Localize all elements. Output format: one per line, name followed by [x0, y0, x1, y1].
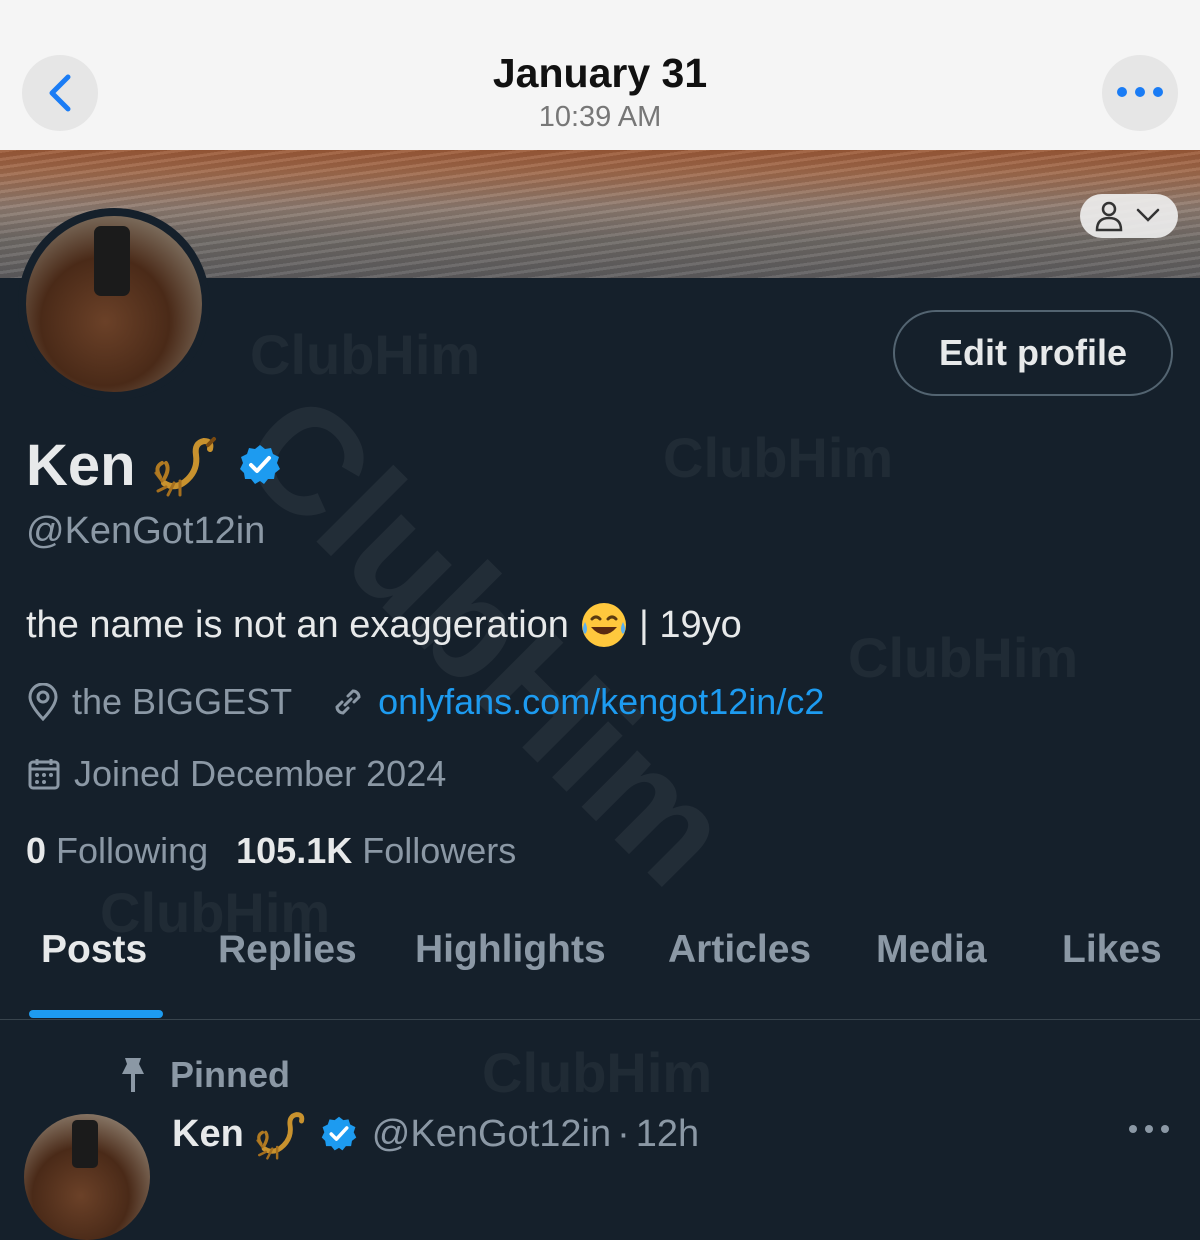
laughing-tears-emoji-icon	[581, 603, 626, 647]
profile-meta-row: the BIGGEST onlyfans.com/kengot12in/c2	[26, 678, 824, 726]
tab-articles[interactable]: Articles	[668, 928, 811, 972]
followers-link[interactable]: 105.1K Followers	[236, 830, 516, 872]
watermark: ClubHim	[482, 1041, 713, 1104]
tab-highlights[interactable]: Highlights	[415, 928, 606, 972]
pinned-indicator: Pinned	[118, 1052, 290, 1098]
tab-replies[interactable]: Replies	[218, 928, 357, 972]
profile-website-link[interactable]: onlyfans.com/kengot12in/c2	[378, 681, 824, 723]
person-chevron-icon	[1095, 201, 1160, 232]
pin-icon	[122, 1058, 144, 1092]
scorpion-emoji-icon	[256, 1112, 305, 1160]
tab-media[interactable]: Media	[876, 928, 987, 972]
calendar-icon	[28, 759, 60, 790]
post-avatar[interactable]	[24, 1114, 150, 1240]
profile-location: the BIGGEST	[72, 681, 293, 722]
tabs-divider	[0, 1019, 1200, 1020]
scorpion-emoji-icon	[154, 437, 216, 497]
ellipsis-icon	[1117, 87, 1163, 97]
post-author-name[interactable]: Ken	[172, 1113, 244, 1156]
watermark: ClubHim	[848, 626, 1079, 689]
bio-age: | 19yo	[638, 603, 742, 646]
location-pin-icon	[28, 683, 58, 721]
followers-label: Followers	[362, 830, 517, 871]
ellipsis-icon	[1129, 1125, 1169, 1133]
header-time: 10:39 AM	[538, 101, 662, 133]
post-more-button[interactable]	[1128, 1122, 1170, 1140]
post-author-handle[interactable]: @KenGot12in	[372, 1113, 611, 1156]
profile-name: Ken	[26, 432, 136, 498]
account-switcher-button[interactable]	[1080, 194, 1178, 238]
header-date: January 31	[492, 50, 708, 96]
avatar[interactable]	[26, 216, 202, 392]
followers-count: 105.1K	[236, 830, 353, 871]
profile-joined: Joined December 2024	[74, 753, 447, 794]
watermark: ClubHim	[250, 323, 481, 386]
profile-handle: @KenGot12in	[26, 510, 266, 552]
profile-bio: the name is not an exaggeration | 19yo	[26, 600, 742, 650]
following-link[interactable]: 0 Following	[26, 830, 208, 872]
post-age: 12h	[635, 1112, 700, 1155]
bio-text: the name is not an exaggeration	[26, 603, 569, 646]
link-icon	[335, 689, 361, 715]
tab-likes[interactable]: Likes	[1062, 928, 1162, 972]
post-header: Ken @KenGot12in · 12h	[172, 1106, 699, 1162]
profile-name-row: Ken	[26, 430, 282, 500]
top-bar: January 31 10:39 AM	[0, 0, 1200, 150]
following-count: 0	[26, 830, 47, 871]
profile-joined-row: Joined December 2024	[26, 750, 446, 798]
pinned-label: Pinned	[170, 1054, 291, 1095]
follow-counts: 0 Following 105.1K Followers	[26, 830, 516, 872]
more-button[interactable]	[1102, 55, 1178, 131]
watermark: ClubHim	[663, 426, 894, 489]
following-label: Following	[56, 830, 209, 871]
edit-profile-button[interactable]: Edit profile	[893, 310, 1173, 396]
post-separator: ·	[617, 1112, 630, 1155]
profile-tabs: Posts Replies Highlights Articles Media …	[0, 928, 1200, 1020]
tab-posts[interactable]: Posts	[41, 928, 147, 972]
active-tab-indicator	[29, 1010, 163, 1018]
verified-badge-icon	[321, 1116, 357, 1151]
verified-badge-icon	[239, 445, 280, 484]
